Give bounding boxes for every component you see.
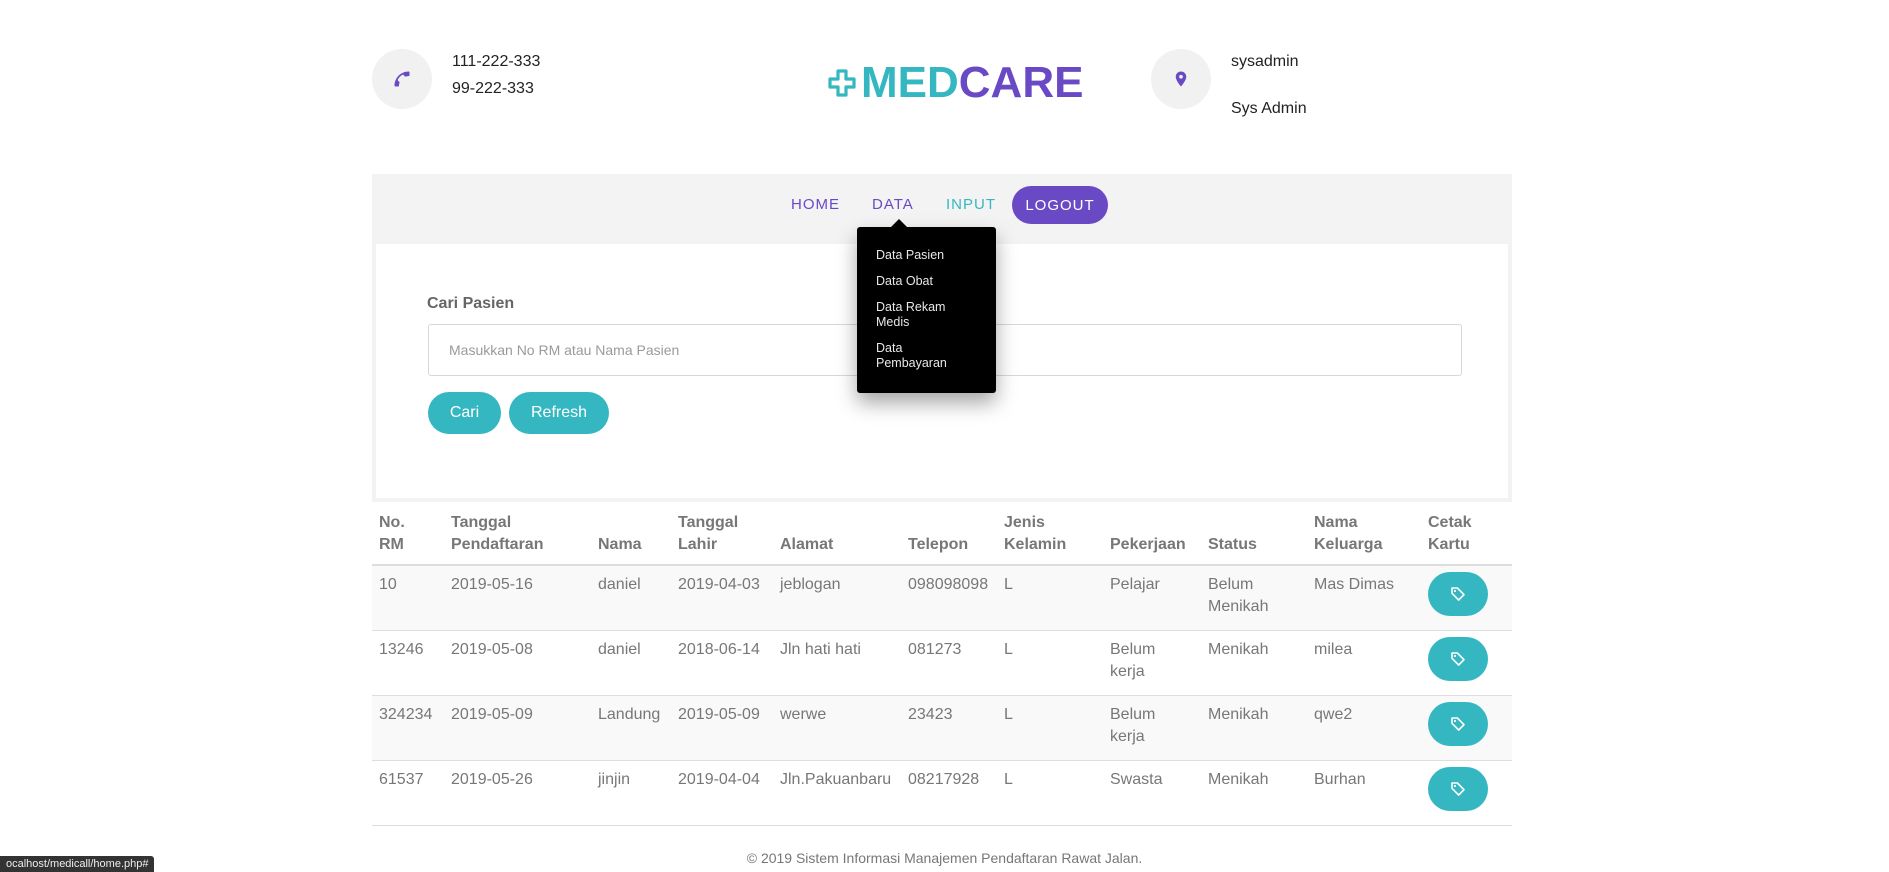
table-cell: 2019-05-09 (671, 695, 773, 761)
table-row: 324234 2019-05-09 Landung 2019-05-09 werwe 23… (372, 695, 1512, 761)
medcare-logo[interactable]: MED CARE (826, 58, 1083, 108)
col-header-nama: Nama (591, 506, 671, 566)
tag-icon (1451, 782, 1465, 796)
dropdown-arrow (891, 219, 907, 227)
tag-icon (1451, 717, 1465, 731)
table-cell: Burhan (1307, 760, 1421, 826)
nav-input[interactable]: INPUT (946, 196, 996, 213)
table-cell: Jln hati hati (773, 630, 901, 696)
table-cell: 23423 (901, 695, 997, 761)
table-cell: 324234 (372, 695, 444, 761)
menu-item-data-pasien[interactable]: Data Pasien (876, 248, 981, 263)
table-cell: 2019-04-03 (671, 565, 773, 631)
footer-text: © 2019 Sistem Informasi Manajemen Pendaf… (746, 850, 1143, 866)
status-bar-url: ocalhost/medicall/home.php# (0, 856, 155, 872)
table-cell: 08217928 (901, 760, 997, 826)
col-header-telepon: Telepon (901, 506, 997, 566)
search-button[interactable]: Cari (428, 392, 501, 434)
col-header-tanggal-lahir: Tanggal Lahir (671, 506, 773, 566)
refresh-button[interactable]: Refresh (509, 392, 609, 434)
col-header-status: Status (1201, 506, 1307, 566)
table-cell-print (1421, 760, 1512, 826)
table-cell-print (1421, 565, 1512, 631)
table-cell: qwe2 (1307, 695, 1421, 761)
menu-item-data-obat[interactable]: Data Obat (876, 274, 981, 289)
phone-icon (394, 71, 410, 87)
table-row: 61537 2019-05-26 jinjin 2019-04-04 Jln.Pakua… (372, 760, 1512, 826)
nav-data[interactable]: DATA (872, 196, 914, 213)
table-body: 10 2019-05-16 daniel 2019-04-03 jeblogan 0980… (372, 565, 1512, 826)
username: sysadmin (1231, 53, 1299, 70)
print-card-button[interactable] (1428, 637, 1488, 681)
phone-number-1: 111-222-333 (452, 53, 541, 70)
table-row: 13246 2019-05-08 daniel 2018-06-14 Jln hati … (372, 630, 1512, 696)
plus-cross-icon (828, 69, 856, 97)
col-header-alamat: Alamat (773, 506, 901, 566)
table-cell: daniel (591, 565, 671, 631)
table-cell: L (997, 630, 1103, 696)
tag-icon (1451, 587, 1465, 601)
table-cell: 2018-06-14 (671, 630, 773, 696)
table-cell: 081273 (901, 630, 997, 696)
menu-item-data-rekam-medis[interactable]: Data Rekam Medis (876, 300, 956, 330)
search-label: Cari Pasien (427, 295, 515, 312)
table-cell: werwe (773, 695, 901, 761)
col-header-jenis-kelamin: Jenis Kelamin (997, 506, 1103, 566)
col-header-no-rm: No. RM (372, 506, 444, 566)
table-cell: Belum kerja (1103, 695, 1201, 761)
table-cell: 61537 (372, 760, 444, 826)
table-cell: Menikah (1201, 760, 1307, 826)
logout-button[interactable]: LOGOUT (1012, 186, 1108, 224)
table-cell-print (1421, 630, 1512, 696)
table-cell: Belum Menikah (1201, 565, 1307, 631)
table-cell: L (997, 695, 1103, 761)
logo-med-text: MED (861, 58, 959, 107)
table-cell: 10 (372, 565, 444, 631)
tag-icon (1451, 652, 1465, 666)
table-cell: Menikah (1201, 630, 1307, 696)
phone-icon-circle (372, 49, 432, 109)
col-header-nama-keluarga: Nama Keluarga (1307, 506, 1421, 566)
table-cell: Mas Dimas (1307, 565, 1421, 631)
table-cell: jeblogan (773, 565, 901, 631)
table-cell: 2019-05-09 (444, 695, 591, 761)
table-cell: Pelajar (1103, 565, 1201, 631)
table-cell: jinjin (591, 760, 671, 826)
table-cell: 2019-05-08 (444, 630, 591, 696)
table-cell: L (997, 760, 1103, 826)
table-cell: Jln.Pakuanbaru (773, 760, 901, 826)
table-row: 10 2019-05-16 daniel 2019-04-03 jeblogan 0980… (372, 565, 1512, 631)
col-header-cetak-kartu: Cetak Kartu (1421, 506, 1512, 566)
user-role: Sys Admin (1231, 100, 1307, 117)
table-cell: Swasta (1103, 760, 1201, 826)
table-cell: milea (1307, 630, 1421, 696)
table-cell: 098098098 (901, 565, 997, 631)
location-icon-circle (1151, 49, 1211, 109)
table-cell: 2019-04-04 (671, 760, 773, 826)
print-card-button[interactable] (1428, 767, 1488, 811)
menu-item-data-pembayaran[interactable]: Data Pembayaran (876, 341, 956, 371)
nav-home[interactable]: HOME (791, 196, 840, 213)
table-cell: 2019-05-16 (444, 565, 591, 631)
col-header-tanggal-pendaftaran: Tanggal Pendaftaran (444, 506, 591, 566)
print-card-button[interactable] (1428, 572, 1488, 616)
map-pin-icon (1175, 71, 1187, 87)
table-cell: 2019-05-26 (444, 760, 591, 826)
patient-table: No. RM Tanggal Pendaftaran Nama Tanggal Lah… (372, 506, 1512, 826)
table-header-row: No. RM Tanggal Pendaftaran Nama Tanggal Lah… (372, 506, 1512, 566)
table-cell: L (997, 565, 1103, 631)
table-cell: 13246 (372, 630, 444, 696)
print-card-button[interactable] (1428, 702, 1488, 746)
header: 111-222-333 99-222-333 MED CARE sysadmin … (0, 0, 1889, 170)
data-dropdown-menu: Data Pasien Data Obat Data Rekam Medis D… (857, 219, 996, 393)
table-cell-print (1421, 695, 1512, 761)
table-cell: daniel (591, 630, 671, 696)
logo-care-text: CARE (958, 58, 1084, 107)
table-cell: Belum kerja (1103, 630, 1201, 696)
table-cell: Menikah (1201, 695, 1307, 761)
col-header-pekerjaan: Pekerjaan (1103, 506, 1201, 566)
phone-number-2: 99-222-333 (452, 80, 534, 97)
table-cell: Landung (591, 695, 671, 761)
